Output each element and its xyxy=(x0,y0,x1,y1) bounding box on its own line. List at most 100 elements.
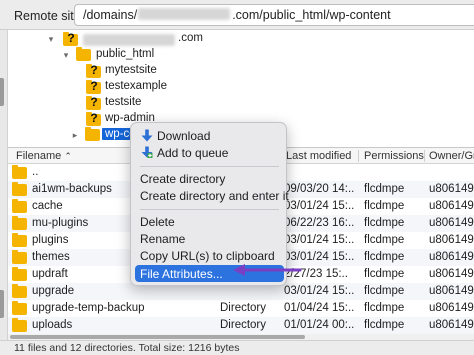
file-permissions: flcdmpe xyxy=(364,302,405,314)
file-name: ai1wm-backups xyxy=(32,183,112,195)
column-divider[interactable] xyxy=(424,150,425,162)
chevron-down-icon[interactable]: ▾ xyxy=(61,50,71,60)
menu-item-delete[interactable]: Delete xyxy=(135,213,284,230)
file-name: themes xyxy=(32,251,70,263)
remote-site-bar: Remote site: /domains/.com/public_html/w… xyxy=(0,0,474,30)
left-pane-scroll-indicator xyxy=(0,290,4,318)
download-arrow-icon xyxy=(141,129,153,142)
column-owner[interactable]: Owner/Gro xyxy=(429,150,474,162)
file-owner: u8061490 xyxy=(429,183,474,195)
file-modified: 03/01/24 15:.. xyxy=(284,285,355,297)
chevron-right-icon[interactable]: ▸ xyxy=(70,130,80,140)
menu-item-label: Copy URL(s) to clipboard xyxy=(140,249,275,263)
chevron-down-icon[interactable]: ▾ xyxy=(46,34,56,44)
unknown-folder-icon: ? xyxy=(86,63,101,78)
redacted-domain xyxy=(138,8,231,20)
file-name: upgrade-temp-backup xyxy=(32,302,145,314)
file-name: .. xyxy=(32,166,39,178)
menu-item-add-to-queue[interactable]: Add to queue xyxy=(135,144,284,161)
file-owner: u8061490 xyxy=(429,217,474,229)
menu-item-label: Add to queue xyxy=(157,146,229,160)
file-name: upgrade xyxy=(32,285,75,297)
unknown-folder-icon: ? xyxy=(63,31,78,46)
scrollbar-thumb[interactable] xyxy=(10,335,305,339)
tree-node-domain[interactable]: ▾ ? .com xyxy=(46,31,246,47)
tree-node-mytestsite[interactable]: ? mytestsite xyxy=(86,63,236,79)
file-owner: u8061490 xyxy=(429,268,474,280)
add-queue-icon xyxy=(141,146,153,158)
folder-icon xyxy=(12,318,27,332)
unknown-folder-icon: ? xyxy=(86,111,101,126)
left-pane-scroll-indicator xyxy=(0,78,4,106)
menu-item-label: Delete xyxy=(140,215,175,229)
file-modified: 03/01/24 15:.. xyxy=(284,234,355,246)
menu-item-label: Create directory and enter it xyxy=(140,189,289,203)
menu-item-label: File Attributes... xyxy=(140,267,223,281)
table-row[interactable]: uploads Directory 01/01/24 00:.. flcdmpe… xyxy=(8,317,474,334)
folder-icon xyxy=(12,199,27,213)
file-permissions: flcdmpe xyxy=(364,268,405,280)
tree-node-public-html[interactable]: ▾ public_html xyxy=(61,47,211,63)
file-modified: 01/01/24 00:.. xyxy=(284,319,355,331)
tree-label: testsite xyxy=(105,96,142,108)
file-permissions: flcdmpe xyxy=(364,319,405,331)
menu-item-label: Rename xyxy=(140,232,186,246)
column-filename[interactable]: Filename ⌃ xyxy=(16,150,72,162)
unknown-folder-icon: ? xyxy=(86,79,101,94)
folder-icon xyxy=(12,216,27,230)
file-owner: u8061490 xyxy=(429,285,474,297)
folder-icon xyxy=(12,165,27,179)
file-permissions: flcdmpe xyxy=(364,217,405,229)
menu-separator xyxy=(140,209,279,210)
file-name: cache xyxy=(32,200,63,212)
file-owner: u8061490 xyxy=(429,302,474,314)
folder-icon xyxy=(12,284,27,298)
file-name: uploads xyxy=(32,319,73,331)
remote-path-suffix: .com/public_html/wp-content xyxy=(232,8,391,22)
tree-label: mytestsite xyxy=(105,64,157,76)
file-name: updraft xyxy=(32,268,68,280)
unknown-folder-icon: ? xyxy=(86,95,101,110)
file-name: plugins xyxy=(32,234,69,246)
tree-label: testexample xyxy=(105,80,168,92)
file-name: mu-plugins xyxy=(32,217,89,229)
file-permissions: flcdmpe xyxy=(364,285,405,297)
file-owner: u8061490 xyxy=(429,251,474,263)
remote-site-input[interactable]: /domains/ .com/public_html/wp-content xyxy=(74,4,474,26)
column-filename-label: Filename xyxy=(16,150,62,162)
table-row[interactable]: upgrade-temp-backup Directory 01/04/24 1… xyxy=(8,300,474,317)
redacted-domain-name xyxy=(83,34,175,46)
menu-item-rename[interactable]: Rename xyxy=(135,230,284,247)
menu-item-create-directory[interactable]: Create directory xyxy=(135,170,284,187)
status-bar: 11 files and 12 directories. Total size:… xyxy=(0,340,474,355)
file-permissions: flcdmpe xyxy=(364,200,405,212)
file-permissions: flcdmpe xyxy=(364,251,405,263)
folder-icon xyxy=(12,301,27,315)
folder-icon xyxy=(12,233,27,247)
column-permissions[interactable]: Permissions xyxy=(364,150,424,162)
file-owner: u8061490 xyxy=(429,319,474,331)
sort-ascending-icon: ⌃ xyxy=(64,151,72,161)
folder-icon xyxy=(12,182,27,196)
annotation-arrow-icon xyxy=(233,264,302,276)
tree-node-testsite[interactable]: ? testsite xyxy=(86,95,236,111)
left-pane-edge xyxy=(0,30,8,355)
remote-path-prefix: /domains/ xyxy=(83,8,138,22)
file-modified: 01/04/24 15:.. xyxy=(284,302,355,314)
menu-item-download[interactable]: Download xyxy=(135,127,284,144)
file-modified: 03/01/24 15:.. xyxy=(284,200,355,212)
column-divider[interactable] xyxy=(358,150,359,162)
menu-item-label: Create directory xyxy=(140,172,226,186)
file-owner: u8061490 xyxy=(429,200,474,212)
tree-node-testexample[interactable]: ? testexample xyxy=(86,79,236,95)
file-type: Directory xyxy=(220,319,267,331)
tree-domain-suffix: .com xyxy=(178,32,203,44)
file-owner: u8061490 xyxy=(429,234,474,246)
column-last-modified[interactable]: Last modified xyxy=(286,150,351,162)
folder-icon xyxy=(76,47,91,61)
file-modified: 09/03/20 14:.. xyxy=(284,183,355,195)
file-type: Directory xyxy=(220,302,267,314)
folder-icon xyxy=(85,127,100,141)
menu-item-create-directory-enter[interactable]: Create directory and enter it xyxy=(135,187,289,204)
file-modified: 06/22/23 16:.. xyxy=(284,217,355,229)
